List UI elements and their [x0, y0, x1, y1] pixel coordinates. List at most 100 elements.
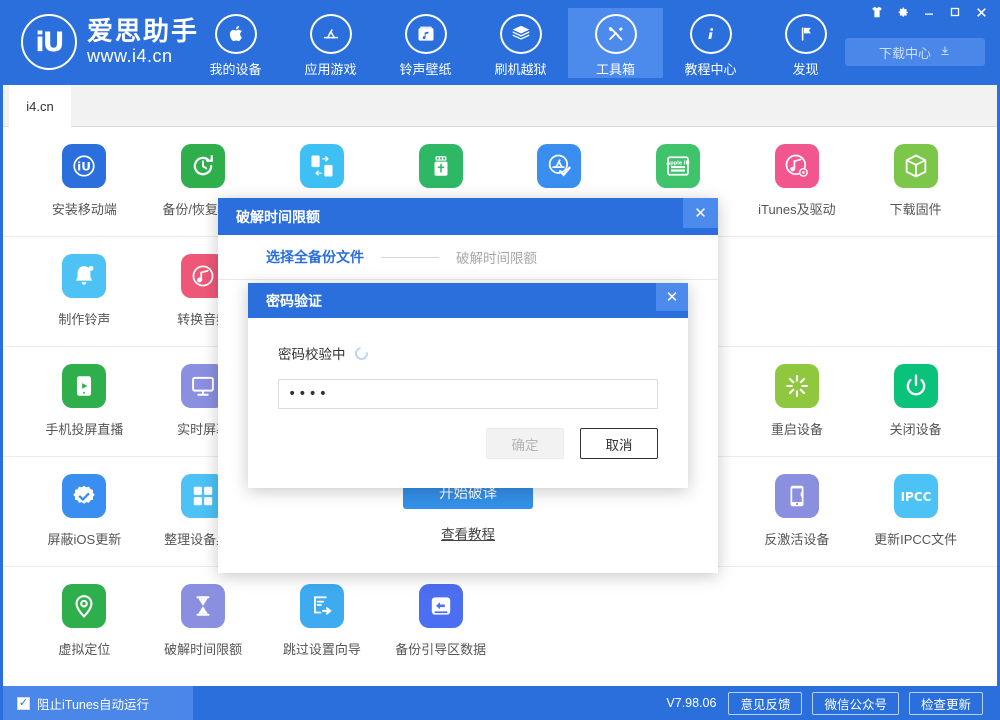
- nav-label: 我的设备: [209, 62, 262, 77]
- download-center-label: 下载中心: [878, 45, 931, 61]
- apple-icon: [214, 14, 257, 54]
- grid-row: 虚拟定位 破解时间限额 跳过设置向导 备份引导区数据: [3, 567, 997, 677]
- grid-cell-empty: [500, 567, 619, 677]
- nav-item-flash-jailbreak[interactable]: 刷机越狱: [473, 8, 568, 78]
- svg-text:IPCC: IPCC: [900, 490, 931, 504]
- tab-i4cn[interactable]: i4.cn: [9, 85, 71, 127]
- block-itunes-checkbox[interactable]: ✓ 阻止iTunes自动运行: [3, 686, 193, 720]
- nav-item-my-device[interactable]: 我的设备: [188, 8, 283, 78]
- tool-crack-time-limit[interactable]: 破解时间限额: [144, 567, 263, 677]
- maximize-icon[interactable]: [943, 2, 967, 22]
- step-crack-limit: 破解时间限额: [456, 251, 537, 266]
- apple-id-icon: Apple ID: [656, 144, 701, 188]
- verification-status: 密码校验中: [278, 343, 658, 363]
- tool-label: 安装移动端: [51, 202, 117, 217]
- skip-setup-icon: [299, 584, 344, 628]
- verification-status-label: 密码校验中: [278, 347, 346, 362]
- dialog-button-row: 确定 取消: [278, 428, 658, 459]
- location-pin-icon: [62, 584, 107, 628]
- close-icon[interactable]: ✕: [656, 283, 688, 311]
- tool-skip-setup-wizard[interactable]: 跳过设置向导: [263, 567, 382, 677]
- tool-label: 虚拟定位: [58, 642, 111, 657]
- tool-label: 反激活设备: [764, 532, 830, 547]
- nav-item-ringtones-wallpaper[interactable]: 铃声壁纸: [378, 8, 473, 78]
- main-navigation: 我的设备 应用游戏 铃声壁纸 刷机越狱 工具箱 教程中心 发现: [188, 8, 853, 78]
- step-connector: [381, 256, 439, 258]
- tool-shutdown-device[interactable]: 关闭设备: [856, 347, 975, 456]
- tool-deactivate-device[interactable]: 反激活设备: [738, 457, 857, 566]
- nav-item-tutorial-center[interactable]: 教程中心: [663, 8, 758, 78]
- gear-icon[interactable]: [891, 2, 915, 22]
- view-tutorial-link[interactable]: 查看教程: [218, 523, 718, 543]
- dialog-title: 破解时间限额: [236, 208, 320, 225]
- tab-bar: i4.cn: [3, 85, 997, 127]
- nav-item-toolbox[interactable]: 工具箱: [568, 8, 663, 78]
- tool-label: 跳过设置向导: [282, 642, 361, 657]
- grid-cell-empty: [738, 567, 857, 677]
- music-box-icon: [404, 14, 447, 54]
- i4-app-icon: iU: [62, 144, 107, 188]
- brand-name: 爱思助手: [87, 15, 200, 46]
- check-update-button[interactable]: 检查更新: [908, 691, 983, 715]
- nav-item-discover[interactable]: 发现: [758, 8, 853, 78]
- i4-logo-icon: iU: [21, 14, 77, 70]
- tool-restart-device[interactable]: 重启设备: [738, 347, 857, 456]
- minimize-icon[interactable]: [917, 2, 941, 22]
- status-bar-actions: V7.98.06 意见反馈 微信公众号 检查更新: [666, 691, 997, 715]
- nav-label: 应用游戏: [304, 62, 357, 77]
- password-verify-dialog: 密码验证 ✕ 密码校验中 •••• 确定 取消: [248, 283, 688, 488]
- checkbox-label: 阻止iTunes自动运行: [37, 697, 150, 712]
- close-icon[interactable]: [969, 2, 993, 22]
- version-label: V7.98.06: [666, 696, 717, 710]
- tool-make-ringtone[interactable]: 制作铃声: [25, 237, 144, 346]
- dialog-body: 密码校验中 •••• 确定 取消: [248, 318, 688, 488]
- tool-label: 重启设备: [770, 422, 823, 437]
- tool-virtual-location[interactable]: 虚拟定位: [25, 567, 144, 677]
- tool-label: 更新IPCC文件: [874, 532, 958, 547]
- download-icon: [939, 45, 951, 60]
- skin-icon[interactable]: [865, 2, 889, 22]
- close-icon[interactable]: ✕: [683, 198, 718, 228]
- restore-icon: [181, 144, 226, 188]
- tool-screen-cast-live[interactable]: 手机投屏直播: [25, 347, 144, 456]
- password-input[interactable]: ••••: [278, 379, 658, 409]
- grid-cell-empty: [856, 237, 975, 346]
- nav-label: 发现: [792, 62, 819, 77]
- nav-label: 教程中心: [684, 62, 737, 77]
- brand-logo[interactable]: iU 爱思助手 www.i4.cn: [21, 14, 199, 70]
- nav-label: 铃声壁纸: [399, 62, 452, 77]
- tool-update-ipcc[interactable]: IPCC 更新IPCC文件: [856, 457, 975, 566]
- download-center-button[interactable]: 下载中心: [845, 38, 985, 66]
- feedback-button[interactable]: 意见反馈: [728, 691, 803, 715]
- step-select-backup: 选择全备份文件: [266, 249, 364, 265]
- power-icon: [893, 364, 938, 408]
- window-controls: [865, 2, 993, 22]
- tool-backup-boot-data[interactable]: 备份引导区数据: [381, 567, 500, 677]
- svg-text:Apple ID: Apple ID: [666, 160, 689, 166]
- grid-cell-empty: [619, 567, 738, 677]
- firmware-box-icon: [893, 144, 938, 188]
- screen-cast-icon: [62, 364, 107, 408]
- tool-itunes-driver[interactable]: iTunes及驱动: [738, 127, 857, 236]
- wechat-button[interactable]: 微信公众号: [812, 691, 899, 715]
- flag-icon: [784, 14, 827, 54]
- tool-install-mobile[interactable]: iU 安装移动端: [25, 127, 144, 236]
- tool-label: 下载固件: [889, 202, 942, 217]
- i4-assistant-window: iU 爱思助手 www.i4.cn 我的设备 应用游戏 铃声壁纸 刷机越狱 工具…: [0, 0, 1000, 720]
- dialog-title: 密码验证: [266, 292, 322, 309]
- tool-download-firmware[interactable]: 下载固件: [856, 127, 975, 236]
- tool-label: iTunes及驱动: [758, 202, 836, 217]
- tool-label: 手机投屏直播: [45, 422, 124, 437]
- tool-block-ios-update[interactable]: 屏蔽iOS更新: [25, 457, 144, 566]
- dialog-titlebar: 密码验证 ✕: [248, 283, 688, 318]
- tool-label: 破解时间限额: [164, 642, 243, 657]
- nav-label: 刷机越狱: [494, 62, 547, 77]
- step-indicator: 选择全备份文件 破解时间限额: [218, 235, 718, 280]
- loading-spinner-icon: [351, 343, 371, 363]
- bell-icon: [62, 254, 107, 298]
- cancel-button[interactable]: 取消: [580, 428, 658, 459]
- confirm-button[interactable]: 确定: [486, 428, 564, 459]
- itunes-gear-icon: [774, 144, 819, 188]
- nav-item-apps-games[interactable]: 应用游戏: [283, 8, 378, 78]
- svg-text:iU: iU: [78, 159, 92, 173]
